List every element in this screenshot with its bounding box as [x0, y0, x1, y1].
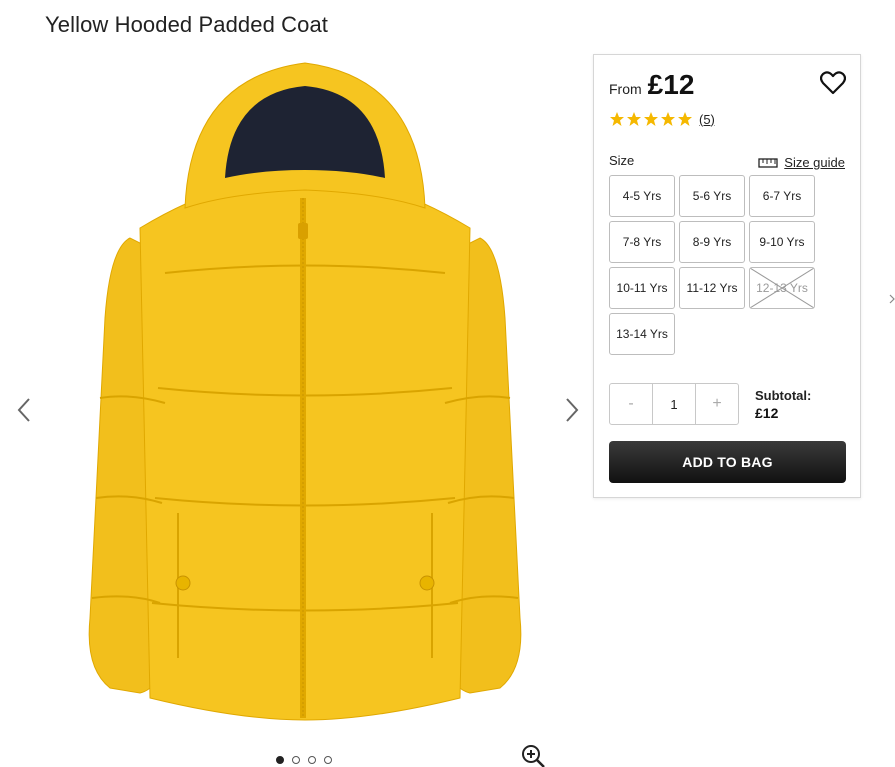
quantity-stepper: - 1 + [609, 383, 739, 425]
quantity-decrement-button[interactable]: - [610, 384, 652, 424]
size-option[interactable]: 9-10 Yrs [749, 221, 815, 263]
prev-image-button[interactable] [12, 395, 36, 425]
carousel-dot[interactable] [324, 756, 332, 764]
star-icon [678, 112, 692, 126]
star-icon [610, 112, 624, 126]
star-icon [627, 112, 641, 126]
subtotal-value: £12 [755, 405, 779, 421]
zoom-in-icon[interactable] [520, 743, 546, 767]
carousel-dot[interactable] [292, 756, 300, 764]
size-option[interactable]: 7-8 Yrs [609, 221, 675, 263]
page-title: Yellow Hooded Padded Coat [45, 12, 329, 37]
size-option[interactable]: 8-9 Yrs [679, 221, 745, 263]
size-options: 4-5 Yrs 5-6 Yrs 6-7 Yrs 7-8 Yrs 8-9 Yrs … [609, 175, 819, 355]
heart-icon[interactable] [820, 71, 846, 95]
quantity-increment-button[interactable]: + [696, 384, 738, 424]
add-to-bag-button[interactable]: ADD TO BAG [609, 441, 846, 483]
price-prefix: From [609, 81, 642, 97]
size-guide-label: Size guide [784, 155, 845, 170]
star-icon [661, 112, 675, 126]
subtotal-label: Subtotal: [755, 388, 812, 403]
price-value: £12 [647, 69, 695, 100]
product-gallery [0, 50, 590, 767]
carousel-dot[interactable] [276, 756, 284, 764]
chevron-left-icon [17, 398, 30, 422]
quantity-value[interactable]: 1 [652, 384, 696, 424]
chevron-right-icon [889, 294, 895, 304]
size-option[interactable]: 4-5 Yrs [609, 175, 675, 217]
price: From £12 [609, 69, 694, 101]
size-option[interactable]: 5-6 Yrs [679, 175, 745, 217]
strike-cross-icon [750, 268, 814, 308]
size-option-unavailable[interactable]: 12-13 Yrs [749, 267, 815, 309]
purchase-panel: From £12 (5) Size Size guide 4-5 Yrs 5-6… [593, 54, 861, 498]
size-option[interactable]: 6-7 Yrs [749, 175, 815, 217]
ruler-icon [758, 157, 778, 168]
size-option[interactable]: 11-12 Yrs [679, 267, 745, 309]
product-image [88, 62, 522, 721]
subtotal: Subtotal: £12 [755, 388, 811, 421]
size-option[interactable]: 10-11 Yrs [609, 267, 675, 309]
carousel-dot[interactable] [308, 756, 316, 764]
carousel-dots [276, 756, 332, 764]
star-icon [644, 112, 658, 126]
next-image-button[interactable] [560, 395, 584, 425]
size-option[interactable]: 13-14 Yrs [609, 313, 675, 355]
size-guide-link[interactable]: Size guide [758, 155, 845, 170]
chevron-right-icon [566, 398, 579, 422]
star-rating: (5) [609, 111, 715, 127]
review-count-link[interactable]: (5) [699, 112, 715, 127]
size-label: Size [609, 153, 635, 168]
